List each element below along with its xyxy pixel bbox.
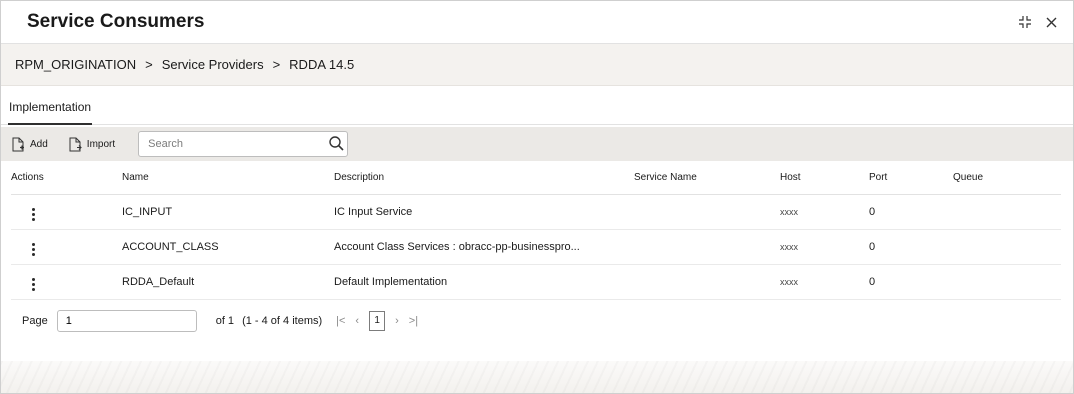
last-page-icon[interactable]: >| — [409, 315, 418, 327]
cell-description: Default Implementation — [334, 264, 634, 300]
import-document-icon — [69, 137, 82, 151]
current-page-button[interactable]: 1 — [369, 310, 386, 331]
breadcrumb-item-service-providers[interactable]: Service Providers — [162, 57, 264, 72]
tab-implementation[interactable]: Implementation — [8, 100, 93, 125]
cell-queue — [953, 264, 1061, 300]
table-row[interactable]: ACCOUNT_CLASS Account Class Services : o… — [11, 229, 1061, 265]
cell-name: IC_INPUT — [122, 194, 334, 230]
kebab-menu-icon[interactable] — [26, 206, 41, 223]
table-row[interactable]: RDDA_Default Default Implementation xxxx… — [11, 264, 1061, 300]
implementation-table: Actions Name Description Service Name Ho… — [11, 161, 1061, 300]
import-button[interactable]: Import — [68, 137, 115, 152]
page-label: Page — [22, 314, 48, 327]
column-header-description[interactable]: Description — [334, 161, 634, 195]
import-button-label: Import — [86, 138, 116, 150]
cell-service-name — [634, 264, 780, 300]
breadcrumb: RPM_ORIGINATION > Service Providers > RD… — [1, 44, 1073, 86]
cell-service-name — [634, 194, 780, 230]
breadcrumb-item-rdda: RDDA 14.5 — [289, 57, 355, 72]
column-header-actions: Actions — [11, 161, 122, 195]
dialog-title: Service Consumers — [27, 11, 205, 32]
breadcrumb-separator: > — [272, 57, 281, 72]
column-header-host[interactable]: Host — [780, 161, 869, 195]
search-box — [138, 131, 349, 157]
page-navigation: |< ‹ 1 › >| — [336, 310, 418, 331]
column-header-service-name[interactable]: Service Name — [634, 161, 780, 195]
cell-queue — [953, 194, 1061, 230]
title-bar: Service Consumers — [1, 1, 1073, 44]
table-header-row: Actions Name Description Service Name Ho… — [11, 161, 1061, 195]
breadcrumb-separator: > — [145, 57, 153, 72]
breadcrumb-item-rpm-origination[interactable]: RPM_ORIGINATION — [15, 57, 136, 72]
cell-name: ACCOUNT_CLASS — [122, 229, 334, 265]
toolbar: Add Import — [1, 127, 1073, 161]
page-number-input[interactable] — [56, 309, 197, 332]
column-header-name[interactable]: Name — [122, 161, 334, 195]
kebab-menu-icon[interactable] — [26, 241, 41, 258]
cell-name: RDDA_Default — [122, 264, 334, 300]
cell-description: IC Input Service — [334, 194, 634, 230]
title-actions — [1017, 14, 1059, 30]
first-page-icon[interactable]: |< — [336, 315, 345, 327]
close-icon[interactable] — [1043, 14, 1059, 30]
previous-page-icon[interactable]: ‹ — [355, 315, 359, 327]
search-input[interactable] — [139, 137, 321, 151]
item-range-text: (1 - 4 of 4 items) — [242, 314, 323, 327]
cell-host: xxxx — [780, 264, 869, 300]
cell-queue — [953, 229, 1061, 265]
cell-description: Account Class Services : obracc-pp-busin… — [334, 229, 634, 265]
add-button-label: Add — [30, 138, 48, 150]
cell-host: xxxx — [780, 194, 869, 230]
column-header-port[interactable]: Port — [869, 161, 953, 195]
add-document-icon — [12, 137, 24, 151]
cell-port: 0 — [869, 194, 953, 230]
search-icon[interactable] — [328, 135, 345, 157]
pagination-bar: Page of 1 (1 - 4 of 4 items) |< ‹ 1 › >| — [1, 300, 1073, 341]
add-button[interactable]: Add — [11, 137, 48, 152]
cell-port: 0 — [869, 264, 953, 300]
cell-service-name — [634, 229, 780, 265]
column-header-queue[interactable]: Queue — [953, 161, 1061, 195]
cell-host: xxxx — [780, 229, 869, 265]
footer-decoration — [1, 361, 1073, 393]
service-consumers-dialog: Service Consumers RPM_ORIGINATION > Serv… — [0, 0, 1074, 394]
kebab-menu-icon[interactable] — [26, 276, 41, 293]
page-count-text: of 1 — [215, 314, 235, 327]
collapse-icon[interactable] — [1017, 14, 1033, 30]
next-page-icon[interactable]: › — [395, 315, 399, 327]
table-row[interactable]: IC_INPUT IC Input Service xxxx 0 — [11, 194, 1061, 230]
tab-bar: Implementation — [1, 86, 1073, 125]
cell-port: 0 — [869, 229, 953, 265]
